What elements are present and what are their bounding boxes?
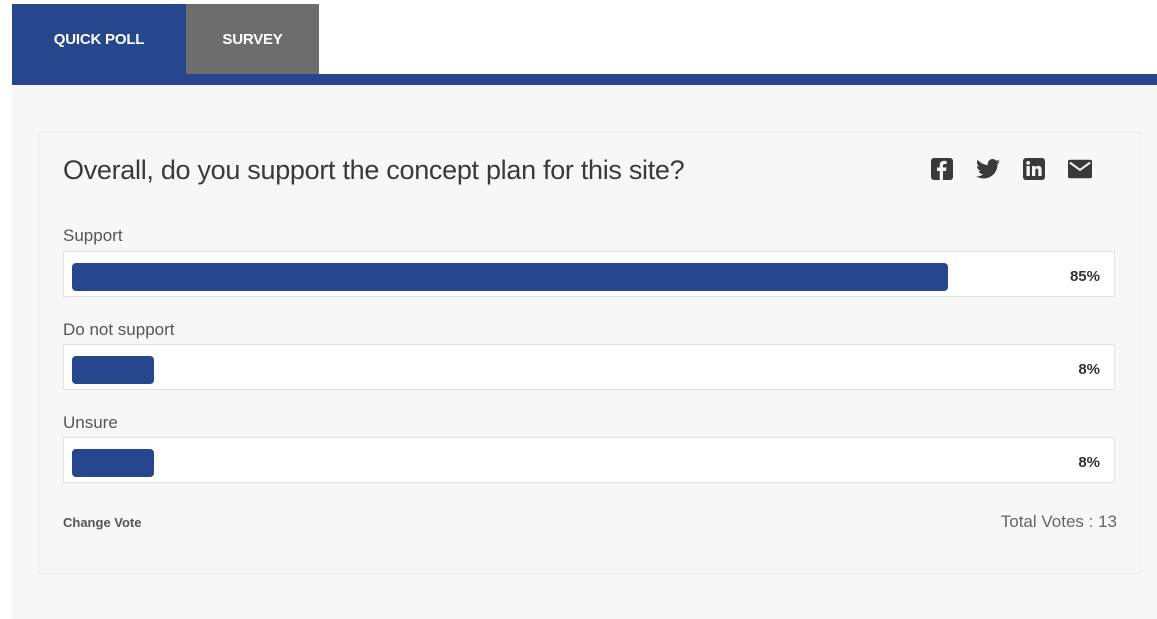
result-bar-unsure: 8% (63, 437, 1115, 483)
tab-bar: QUICK POLL SURVEY (12, 4, 319, 74)
share-buttons (930, 157, 1092, 181)
tab-survey[interactable]: SURVEY (186, 4, 319, 74)
twitter-icon[interactable] (976, 157, 1000, 181)
facebook-icon[interactable] (930, 157, 954, 181)
option-label-do-not-support: Do not support (63, 320, 175, 339)
result-percent: 8% (1078, 360, 1100, 378)
linkedin-icon[interactable] (1022, 157, 1046, 181)
total-votes: Total Votes : 13 (1000, 512, 1117, 531)
result-percent: 85% (1069, 267, 1100, 285)
result-bar-support: 85% (63, 251, 1115, 297)
poll-widget: QUICK POLL SURVEY Overall, do you suppor… (0, 0, 1157, 619)
result-bar-fill (72, 356, 154, 384)
email-icon[interactable] (1068, 157, 1092, 181)
option-label-unsure: Unsure (63, 413, 118, 432)
poll-question: Overall, do you support the concept plan… (63, 155, 685, 185)
option-label-support: Support (63, 226, 123, 245)
change-vote-link[interactable]: Change Vote (63, 515, 142, 530)
result-percent: 8% (1078, 453, 1100, 471)
tab-quick-poll[interactable]: QUICK POLL (12, 4, 186, 74)
tab-quick-poll-label: QUICK POLL (53, 30, 145, 48)
result-bar-do-not-support: 8% (63, 344, 1115, 390)
tab-underline (12, 74, 1157, 85)
result-bar-fill (72, 263, 948, 291)
result-bar-fill (72, 449, 154, 477)
tab-survey-label: SURVEY (222, 30, 283, 48)
